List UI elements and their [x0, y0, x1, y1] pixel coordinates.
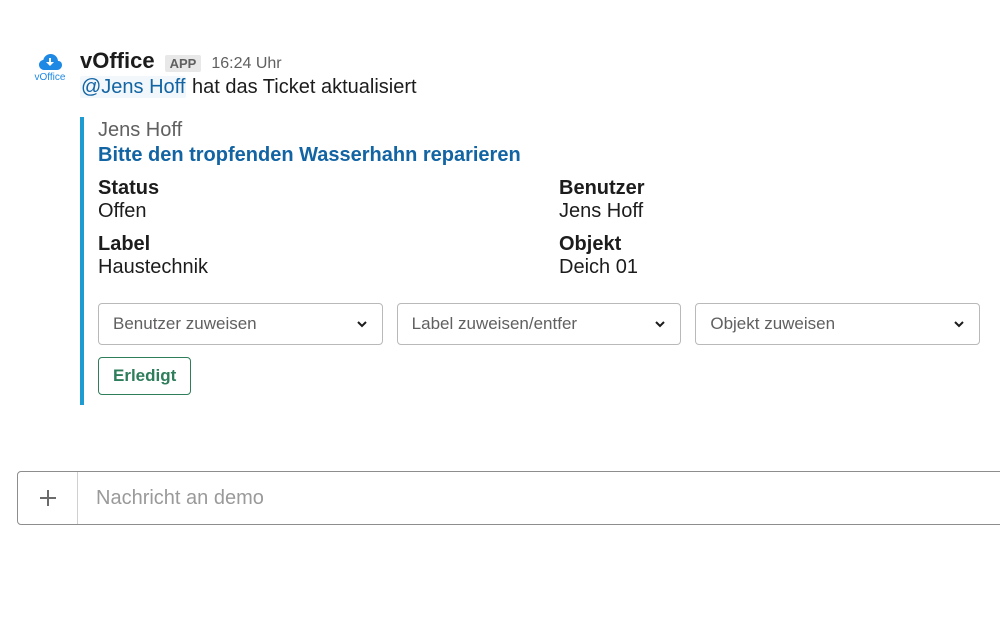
timestamp: 16:24 Uhr	[211, 55, 281, 73]
composer-input[interactable]	[78, 472, 1000, 524]
field-user: Benutzer Jens Hoff	[559, 177, 980, 223]
field-column-right: Benutzer Jens Hoff Objekt Deich 01	[559, 177, 980, 289]
assign-label-select[interactable]: Label zuweisen/entfer	[397, 303, 682, 345]
field-label: Benutzer	[559, 177, 980, 200]
assign-object-select[interactable]: Objekt zuweisen	[695, 303, 980, 345]
summary-line: @Jens Hoff hat das Ticket aktualisiert	[80, 76, 980, 99]
author-name: vOffice	[80, 48, 155, 74]
done-button-label: Erledigt	[113, 366, 176, 386]
select-label: Benutzer zuweisen	[113, 314, 263, 334]
chevron-down-icon	[953, 318, 965, 330]
field-status: Status Offen	[98, 177, 519, 223]
fields-grid: Status Offen Label Haustechnik Benutzer …	[98, 177, 980, 289]
app-badge: APP	[165, 55, 202, 72]
field-object: Objekt Deich 01	[559, 233, 980, 279]
field-column-left: Status Offen Label Haustechnik	[98, 177, 519, 289]
field-value: Deich 01	[559, 256, 980, 279]
done-button[interactable]: Erledigt	[98, 357, 191, 395]
message: vOffice vOffice APP 16:24 Uhr @Jens Hoff…	[30, 48, 980, 405]
field-label-field: Label Haustechnik	[98, 233, 519, 279]
composer-add-button[interactable]	[18, 472, 78, 524]
plus-icon	[37, 487, 59, 509]
message-composer	[17, 471, 1000, 525]
attachment-author: Jens Hoff	[98, 119, 980, 142]
assign-user-select[interactable]: Benutzer zuweisen	[98, 303, 383, 345]
field-label: Label	[98, 233, 519, 256]
attachment-title[interactable]: Bitte den tropfenden Wasserhahn reparier…	[98, 144, 980, 167]
app-avatar: vOffice	[30, 48, 70, 83]
attachment: Jens Hoff Bitte den tropfenden Wasserhah…	[80, 117, 980, 405]
chevron-down-icon	[356, 318, 368, 330]
avatar-label: vOffice	[35, 72, 66, 83]
summary-text: hat das Ticket aktualisiert	[186, 76, 416, 98]
actions-row: Benutzer zuweisen Label zuweisen/entfer …	[98, 303, 980, 345]
field-label: Objekt	[559, 233, 980, 256]
field-value: Jens Hoff	[559, 200, 980, 223]
field-label: Status	[98, 177, 519, 200]
chevron-down-icon	[654, 318, 666, 330]
field-value: Haustechnik	[98, 256, 519, 279]
user-mention[interactable]: @Jens Hoff	[80, 76, 186, 98]
message-header: vOffice APP 16:24 Uhr	[80, 48, 980, 74]
cloud-icon	[36, 52, 64, 72]
select-label: Label zuweisen/entfer	[412, 314, 583, 334]
message-body: vOffice APP 16:24 Uhr @Jens Hoff hat das…	[80, 48, 980, 405]
field-value: Offen	[98, 200, 519, 223]
select-label: Objekt zuweisen	[710, 314, 841, 334]
